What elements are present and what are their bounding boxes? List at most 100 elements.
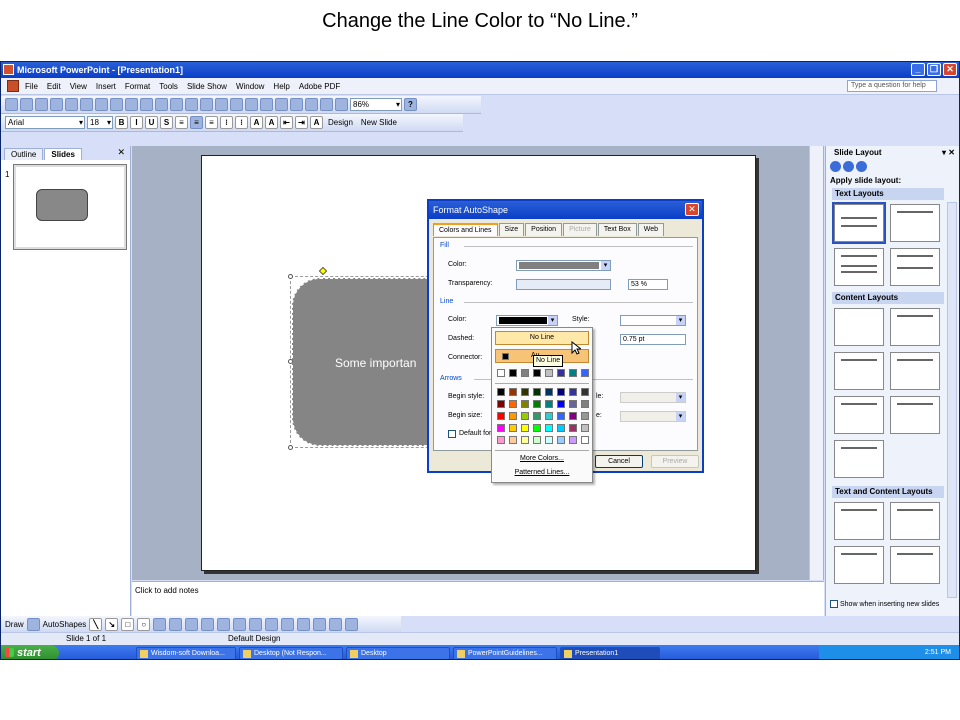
tab-picture[interactable]: Picture <box>563 223 597 236</box>
back-icon[interactable] <box>830 161 841 172</box>
color-swatch[interactable] <box>509 369 517 377</box>
color-swatch[interactable] <box>533 412 541 420</box>
slide-thumbnail[interactable] <box>13 164 127 250</box>
taskbar-item[interactable]: PowerPointGuidelines... <box>453 646 557 659</box>
color-swatch[interactable] <box>569 388 577 396</box>
help-icon[interactable]: ? <box>404 98 417 111</box>
adjust-handle[interactable] <box>318 266 328 276</box>
close-button[interactable]: ✕ <box>943 63 957 76</box>
menu-format[interactable]: Format <box>125 82 150 91</box>
layout-text-two-content[interactable] <box>890 502 940 540</box>
weight-value[interactable]: 0.75 pt <box>620 334 686 345</box>
picture-icon[interactable] <box>217 617 231 631</box>
save-icon[interactable] <box>35 98 48 111</box>
color-swatch[interactable] <box>557 424 565 432</box>
color-swatch[interactable] <box>557 369 565 377</box>
show-new-slides-checkbox[interactable] <box>830 600 838 608</box>
print-icon[interactable] <box>80 98 93 111</box>
menu-edit[interactable]: Edit <box>47 82 61 91</box>
layout-title-slide[interactable] <box>832 202 886 244</box>
maximize-button[interactable]: ❐ <box>927 63 941 76</box>
expand-all-icon[interactable] <box>290 98 303 111</box>
color-swatch[interactable] <box>545 400 553 408</box>
color-swatch[interactable] <box>569 424 577 432</box>
underline-icon[interactable]: U <box>145 116 158 129</box>
taskbar-item[interactable]: Desktop <box>346 646 450 659</box>
layout-text-content[interactable] <box>834 502 884 540</box>
color-swatch[interactable] <box>545 388 553 396</box>
menu-window[interactable]: Window <box>236 82 264 91</box>
undo-icon[interactable] <box>200 98 213 111</box>
tab-slides[interactable]: Slides <box>44 148 82 160</box>
grid-icon[interactable] <box>320 98 333 111</box>
decrease-indent-icon[interactable]: ⇤ <box>280 116 293 129</box>
color-swatch[interactable] <box>509 400 517 408</box>
color-swatch[interactable] <box>533 424 541 432</box>
oval-icon[interactable]: ○ <box>137 617 151 631</box>
layout-title-content-over[interactable] <box>834 396 884 434</box>
close-pane-icon[interactable]: ✕ <box>117 147 125 158</box>
color-swatch[interactable] <box>557 400 565 408</box>
open-icon[interactable] <box>20 98 33 111</box>
zoom-select[interactable]: 86% <box>350 98 402 111</box>
increase-font-icon[interactable]: A <box>250 116 263 129</box>
color-swatch[interactable] <box>533 400 541 408</box>
align-right-icon[interactable]: ≡ <box>205 116 218 129</box>
color-swatch[interactable] <box>521 388 529 396</box>
increase-indent-icon[interactable]: ⇥ <box>295 116 308 129</box>
layout-title-text[interactable] <box>834 248 884 286</box>
color-swatch[interactable] <box>545 424 553 432</box>
spelling-icon[interactable] <box>110 98 123 111</box>
shadow-style-icon[interactable] <box>329 617 343 631</box>
arrow-style-icon[interactable] <box>313 617 327 631</box>
bold-icon[interactable]: B <box>115 116 128 129</box>
color-swatch[interactable] <box>497 412 505 420</box>
font-color-draw-icon[interactable] <box>265 617 279 631</box>
font-color-icon[interactable]: A <box>310 116 323 129</box>
3d-style-icon[interactable] <box>345 617 359 631</box>
color-swatch[interactable] <box>497 388 505 396</box>
font-select[interactable]: Arial <box>5 116 85 129</box>
color-swatch[interactable] <box>497 369 505 377</box>
resize-handle[interactable] <box>288 359 293 364</box>
color-swatch[interactable] <box>509 412 517 420</box>
new-icon[interactable] <box>5 98 18 111</box>
color-swatch[interactable] <box>497 424 505 432</box>
cancel-button[interactable]: Cancel <box>595 455 643 468</box>
print-preview-icon[interactable] <box>95 98 108 111</box>
color-swatch[interactable] <box>581 400 589 408</box>
end-style-select[interactable] <box>620 392 686 403</box>
color-swatch[interactable] <box>545 412 553 420</box>
color-swatch[interactable] <box>545 369 553 377</box>
text-box-icon[interactable] <box>153 617 167 631</box>
color-swatch[interactable] <box>581 436 589 444</box>
redo-icon[interactable] <box>215 98 228 111</box>
hyperlink-icon[interactable] <box>275 98 288 111</box>
menu-file[interactable]: File <box>25 82 38 91</box>
insert-chart-icon[interactable] <box>230 98 243 111</box>
draw-menu[interactable]: Draw <box>5 620 24 629</box>
tab-position[interactable]: Position <box>525 223 563 236</box>
color-swatch[interactable] <box>509 388 517 396</box>
decrease-font-icon[interactable]: A <box>265 116 278 129</box>
fill-color-icon[interactable] <box>233 617 247 631</box>
start-button[interactable]: start <box>1 645 59 659</box>
tab-text-box[interactable]: Text Box <box>597 223 637 236</box>
clip-art-icon[interactable] <box>201 617 215 631</box>
color-swatch[interactable] <box>569 412 577 420</box>
line-icon[interactable]: ╲ <box>89 617 103 631</box>
color-swatch[interactable] <box>521 436 529 444</box>
rectangle-icon[interactable]: □ <box>121 617 135 631</box>
line-style-icon[interactable] <box>281 617 295 631</box>
color-swatch[interactable] <box>545 436 553 444</box>
select-objects-icon[interactable] <box>26 617 40 631</box>
color-swatch[interactable] <box>569 436 577 444</box>
wordart-icon[interactable] <box>169 617 183 631</box>
menu-insert[interactable]: Insert <box>96 82 116 91</box>
font-size-select[interactable]: 18 <box>87 116 113 129</box>
layout-blank[interactable] <box>834 308 884 346</box>
dialog-close-button[interactable]: ✕ <box>685 203 699 216</box>
menu-tools[interactable]: Tools <box>159 82 178 91</box>
color-swatch[interactable] <box>509 424 517 432</box>
taskbar-item[interactable]: Desktop (Not Respon... <box>239 646 343 659</box>
